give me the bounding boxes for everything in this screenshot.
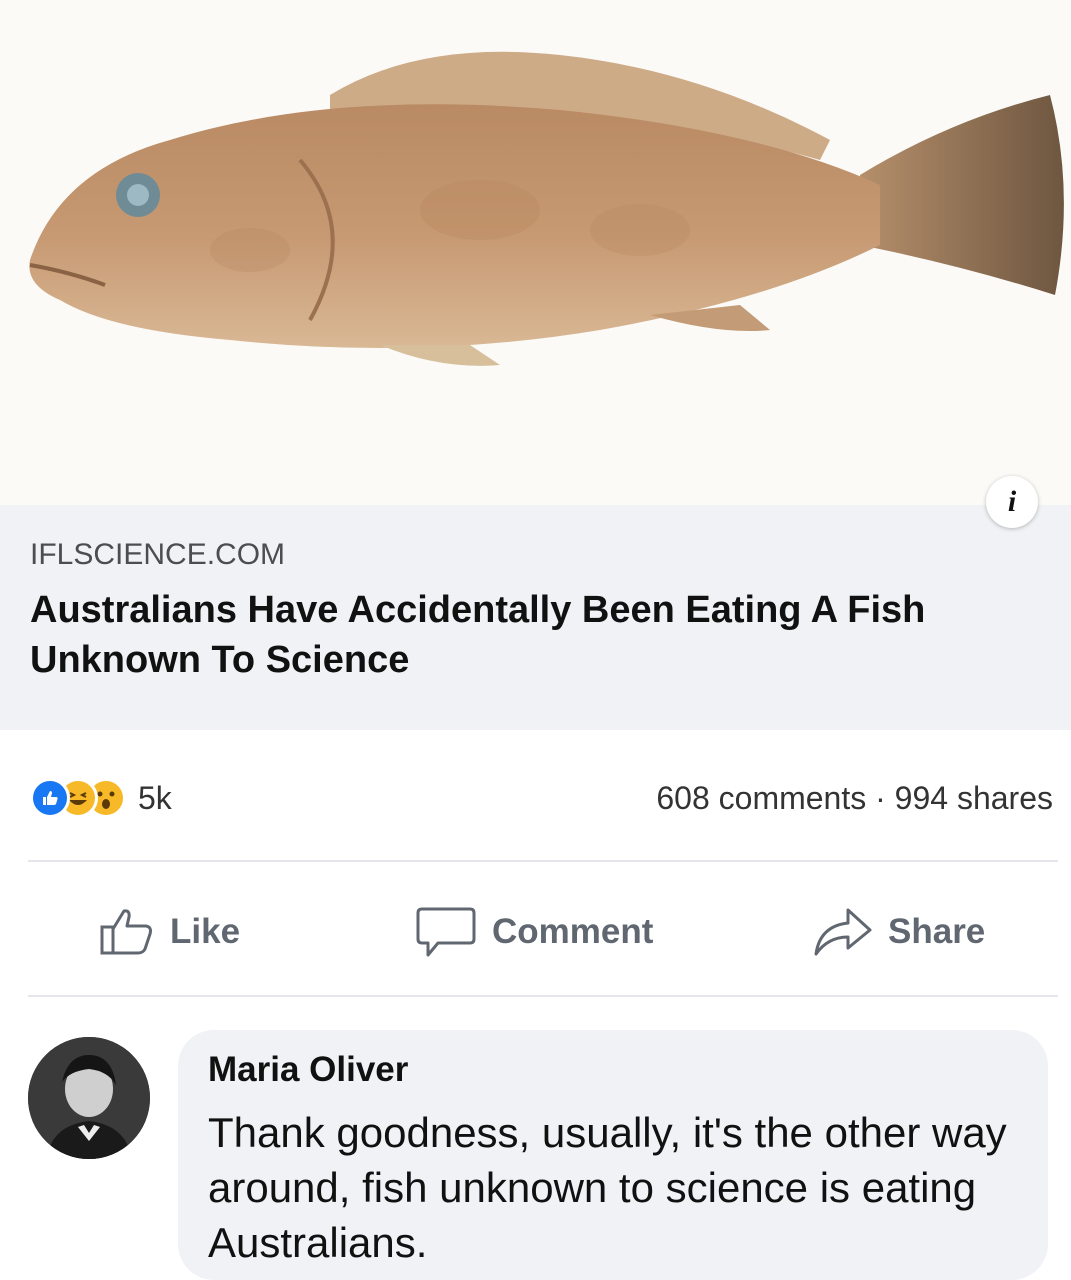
comment-label: Comment xyxy=(492,912,654,951)
comment-count[interactable]: 608 comments xyxy=(656,780,866,816)
link-headline[interactable]: Australians Have Accidentally Been Eatin… xyxy=(30,585,1030,685)
avatar[interactable] xyxy=(28,1037,150,1159)
reaction-count[interactable]: 5k xyxy=(138,780,172,817)
info-icon[interactable]: i xyxy=(986,476,1038,528)
share-arrow-icon xyxy=(814,908,872,956)
share-label: Share xyxy=(888,912,986,951)
comment-author[interactable]: Maria Oliver xyxy=(208,1050,408,1090)
like-label: Like xyxy=(170,912,241,951)
engagement-stats: 5k 608 comments · 994 shares xyxy=(0,760,1071,840)
reactions-summary[interactable]: 5k xyxy=(30,776,172,820)
divider xyxy=(28,860,1058,862)
thumbs-up-icon xyxy=(100,909,152,955)
avatar-photo xyxy=(28,1037,150,1159)
stats-separator: · xyxy=(875,780,886,816)
share-button[interactable]: Share xyxy=(812,900,985,964)
like-icon xyxy=(30,778,70,818)
action-bar: Like Comment Share xyxy=(0,880,1071,985)
comment-text: Thank goodness, usually, it's the other … xyxy=(208,1109,1007,1266)
like-button[interactable]: Like xyxy=(98,900,240,964)
comment-share-counts: 608 comments · 994 shares xyxy=(656,780,1053,817)
share-count[interactable]: 994 shares xyxy=(895,780,1053,816)
fish-illustration xyxy=(29,51,1064,366)
link-domain: IFLSCIENCE.COM xyxy=(30,538,286,571)
divider xyxy=(28,995,1058,997)
comment-icon xyxy=(416,907,476,957)
comment-button[interactable]: Comment xyxy=(414,900,653,964)
link-preview-image[interactable] xyxy=(0,0,1071,505)
